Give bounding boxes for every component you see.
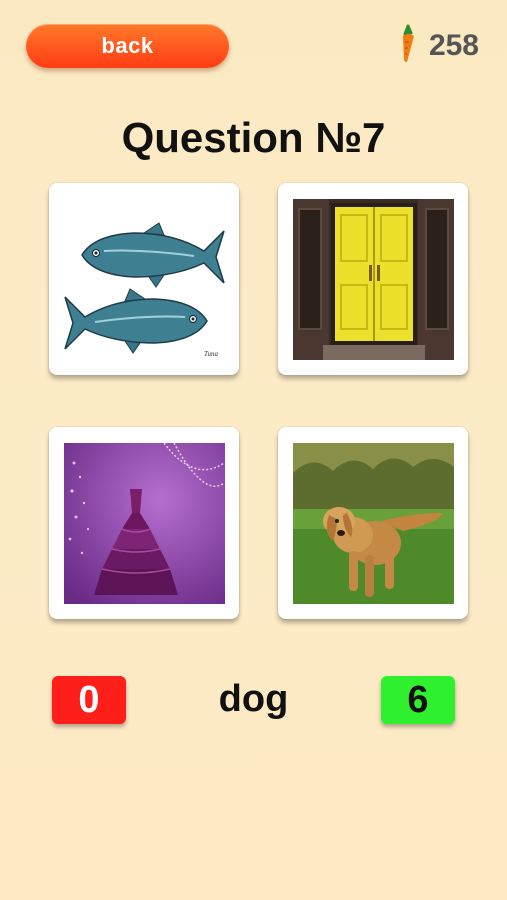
question-title: Question №7 <box>121 114 386 161</box>
fish-image: Tuna <box>64 199 225 360</box>
dog-image <box>293 443 454 604</box>
choice-tile-dog[interactable] <box>278 427 468 619</box>
choice-tile-door[interactable] <box>278 183 468 375</box>
back-button[interactable]: back <box>26 24 229 68</box>
choice-tile-dress[interactable] <box>49 427 239 619</box>
door-image <box>293 199 454 360</box>
correct-score-badge: 6 <box>381 676 455 724</box>
dress-image <box>64 443 225 604</box>
carrot-icon <box>395 24 421 69</box>
carrot-counter: 258 <box>395 24 479 68</box>
choice-tile-fish[interactable]: Tuna <box>49 183 239 375</box>
carrot-count: 258 <box>428 29 479 62</box>
fish-signature: Tuna <box>204 350 219 358</box>
